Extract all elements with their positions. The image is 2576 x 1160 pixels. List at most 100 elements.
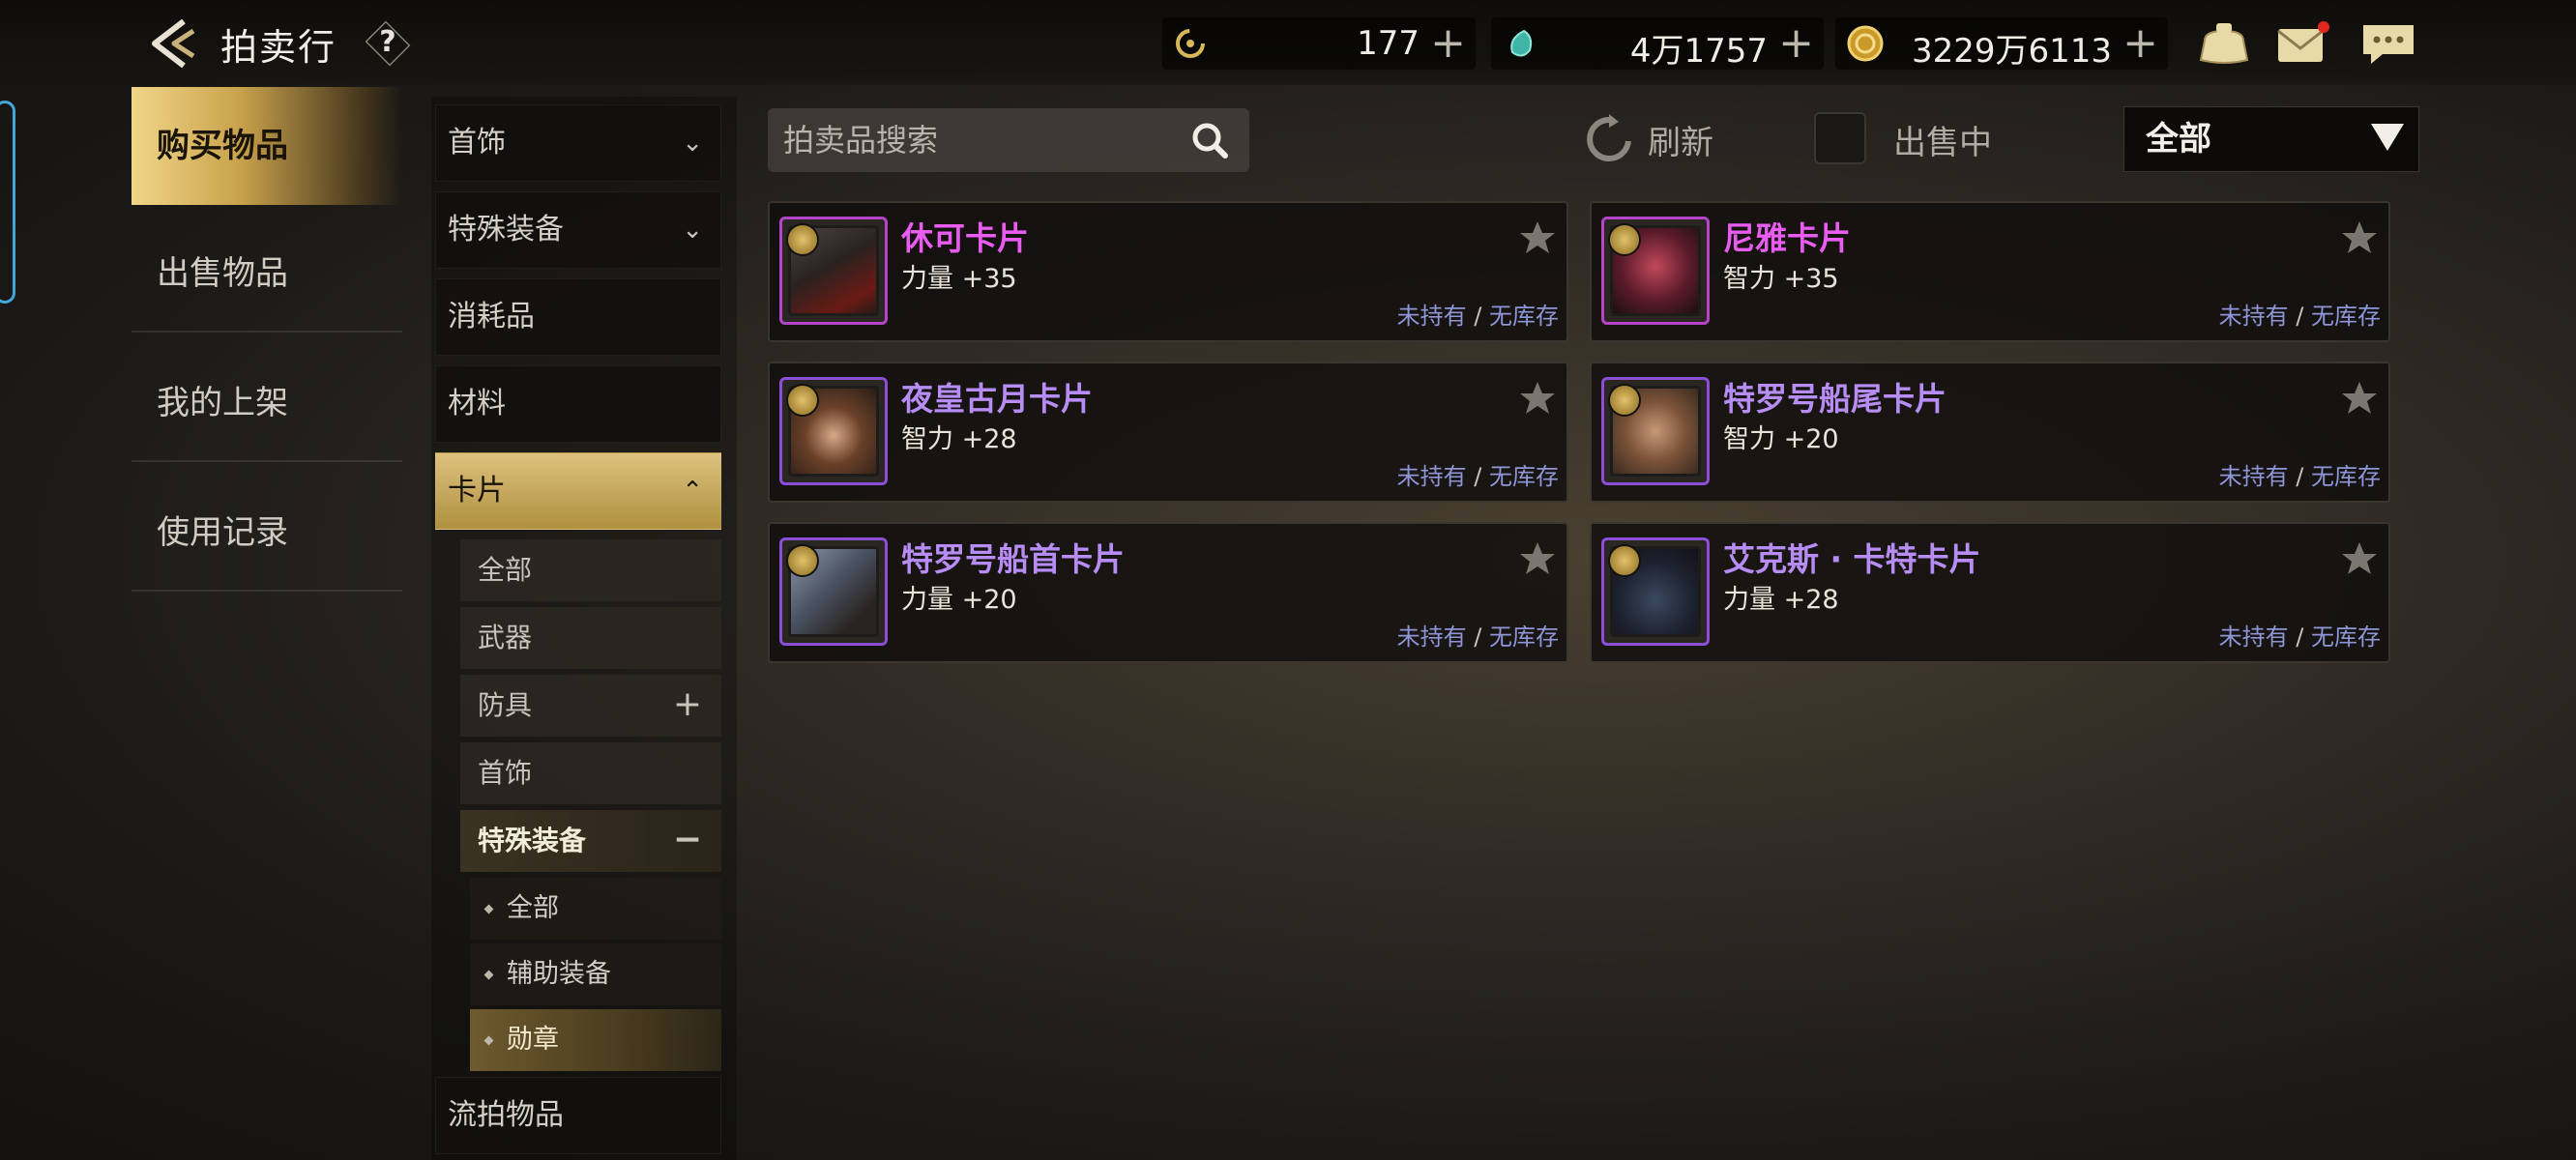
search-icon[interactable] [1189,120,1230,160]
nav-usage-history[interactable]: 使用记录 [132,474,402,592]
owned-status: 未持有 [2218,303,2289,330]
gold-add-button[interactable]: + [2122,17,2158,70]
chat-icon[interactable] [2359,19,2417,68]
card-thumbnail [1601,537,1710,646]
page-title: 拍卖行 [220,26,337,69]
stock-status: 无库存 [2311,303,2381,330]
item-card[interactable]: 尼雅卡片 智力 +35 未持有 / 无库存 [1590,201,2390,342]
gold-coin-icon [1847,25,1884,62]
item-stat: 力量 +28 [1723,585,1839,615]
nav-sell-items[interactable]: 出售物品 [132,215,402,333]
item-status: 未持有 / 无库存 [2219,297,2381,331]
item-name: 尼雅卡片 [1723,219,1851,257]
bag-icon[interactable] [2195,19,2253,68]
stock-status: 无库存 [1489,463,1559,490]
item-card[interactable]: 特罗号船尾卡片 智力 +20 未持有 / 无库存 [1590,362,2390,503]
favorite-star-icon[interactable] [1518,218,1557,257]
category-label: 材料 [448,387,506,420]
category-label: 消耗品 [448,300,535,334]
stock-status: 无库存 [1489,303,1559,330]
category-materials[interactable]: 材料 [435,365,721,443]
item-card[interactable]: 艾克斯 · 卡特卡片 力量 +28 未持有 / 无库存 [1590,522,2390,663]
currency-gold: 3229万6113 + [1835,17,2168,71]
category-unsold-items[interactable]: 流拍物品 [435,1077,721,1154]
subsub-label: 勋章 [507,1025,559,1055]
crystal-add-button[interactable]: + [1778,17,1814,70]
item-status: 未持有 / 无库存 [1397,618,1559,652]
subcategory-all[interactable]: 全部 [460,539,721,601]
subsub-label: 全部 [507,893,559,923]
item-card[interactable]: 特罗号船首卡片 力量 +20 未持有 / 无库存 [768,522,1568,663]
collapse-minus-icon: − [672,820,702,859]
refresh-button[interactable]: 刷新 [1648,116,1713,163]
status-separator: / [2288,463,2311,490]
search-input[interactable]: 拍卖品搜索 [768,108,1249,172]
gold-value: 3229万6113 [1911,32,2112,71]
on-sale-label: 出售中 [1893,124,1992,162]
item-name: 特罗号船首卡片 [901,540,1125,578]
card-thumbnail [779,377,888,485]
dropdown-caret-icon [2371,124,2404,151]
status-separator: / [1466,303,1489,330]
item-name: 特罗号船尾卡片 [1723,380,1947,418]
favorite-star-icon[interactable] [1518,539,1557,578]
item-stat: 力量 +35 [901,264,1017,294]
gold-star-badge-icon [1608,223,1641,256]
gold-star-badge-icon [786,544,819,577]
item-status: 未持有 / 无库存 [1397,457,1559,491]
item-stat: 智力 +28 [901,424,1017,454]
favorite-star-icon[interactable] [2340,218,2379,257]
subcategory-accessories[interactable]: 首饰 [460,742,721,804]
owned-status: 未持有 [1396,463,1467,490]
owned-status: 未持有 [2218,463,2289,490]
category-consumables[interactable]: 消耗品 [435,278,721,356]
subcategory-armor[interactable]: 防具 + [460,675,721,737]
chevron-down-icon: ⌄ [682,129,703,158]
stock-status: 无库存 [2311,463,2381,490]
item-name: 艾克斯 · 卡特卡片 [1723,540,1981,578]
card-thumbnail [1601,377,1710,485]
subsub-medals[interactable]: 勋章 [470,1009,721,1071]
category-accessories[interactable]: 首饰 ⌄ [435,104,721,182]
item-status: 未持有 / 无库存 [2219,457,2381,491]
nav-buy-items[interactable]: 购买物品 [132,87,402,205]
card-thumbnail [779,217,888,325]
category-label: 卡片 [448,474,506,508]
nav-my-listings[interactable]: 我的上架 [132,344,402,462]
back-arrow-icon[interactable] [145,14,205,73]
ticket-add-button[interactable]: + [1430,17,1466,70]
owned-status: 未持有 [2218,624,2289,651]
subsub-auxiliary-equipment[interactable]: 辅助装备 [470,943,721,1005]
currency-ticket: 177 + [1162,17,1476,70]
favorite-star-icon[interactable] [1518,379,1557,418]
favorite-star-icon[interactable] [2340,379,2379,418]
category-cards[interactable]: 卡片 ⌃ [435,452,721,530]
refresh-icon[interactable] [1586,114,1632,164]
gold-star-badge-icon [786,384,819,417]
stock-status: 无库存 [2311,624,2381,651]
frame-edge [0,101,15,304]
item-stat: 智力 +20 [1723,424,1839,454]
status-separator: / [1466,463,1489,490]
item-stat: 力量 +20 [901,585,1017,615]
subcategory-special-equipment[interactable]: 特殊装备 − [460,810,721,872]
on-sale-checkbox[interactable] [1814,112,1866,164]
gold-star-badge-icon [1608,544,1641,577]
currency-crystal: 4万1757 + [1491,17,1824,71]
item-card[interactable]: 夜皇古月卡片 智力 +28 未持有 / 无库存 [768,362,1568,503]
category-special-equipment[interactable]: 特殊装备 ⌄ [435,191,721,269]
help-button[interactable]: ? [364,21,412,64]
item-card[interactable]: 休可卡片 力量 +35 未持有 / 无库存 [768,201,1568,342]
subcategory-label: 特殊装备 [478,825,587,856]
category-label: 流拍物品 [448,1098,564,1132]
category-label: 特殊装备 [448,213,564,246]
subsub-label: 辅助装备 [507,959,611,989]
ticket-coin-icon [1176,29,1205,58]
subcategory-weapons[interactable]: 武器 [460,607,721,669]
mail-icon[interactable] [2274,19,2332,68]
bullet-icon [483,1035,494,1046]
item-status: 未持有 / 无库存 [1397,297,1559,331]
subsub-all[interactable]: 全部 [470,878,721,940]
favorite-star-icon[interactable] [2340,539,2379,578]
ticket-value: 177 [1357,24,1420,63]
